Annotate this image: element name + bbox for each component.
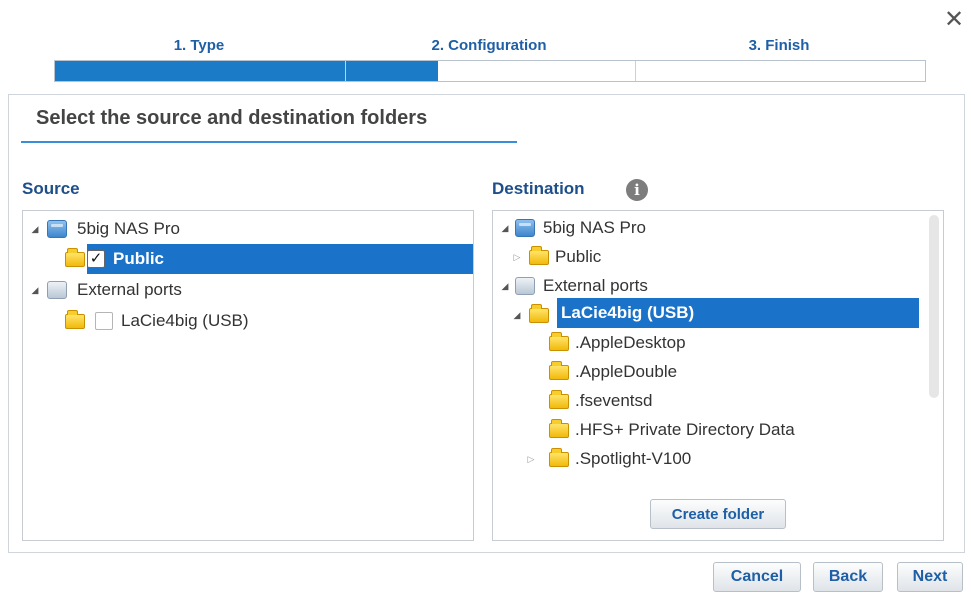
destination-tree-child[interactable]: .AppleDesktop bbox=[549, 328, 686, 358]
destination-tree-external-label: External ports bbox=[543, 276, 648, 295]
source-tree-nas[interactable]: ◢ 5big NAS Pro bbox=[29, 214, 180, 244]
destination-tree-child[interactable]: .AppleDouble bbox=[549, 357, 677, 387]
destination-child-label: .fseventsd bbox=[575, 391, 653, 410]
step-type-label: 1. Type bbox=[173, 37, 225, 54]
close-button[interactable]: ✕ bbox=[941, 6, 967, 32]
folder-icon bbox=[549, 447, 569, 467]
folder-icon bbox=[65, 309, 85, 329]
source-tree-external[interactable]: ◢ External ports bbox=[29, 275, 182, 305]
destination-child-label: .AppleDesktop bbox=[575, 333, 686, 352]
create-folder-button[interactable]: Create folder bbox=[650, 499, 786, 529]
folder-icon bbox=[549, 418, 569, 438]
external-drive-icon bbox=[515, 277, 535, 295]
expanded-arrow-icon[interactable]: ◢ bbox=[499, 271, 511, 301]
destination-tree-nas[interactable]: ◢ 5big NAS Pro bbox=[499, 213, 646, 243]
destination-child-label: .Spotlight-V100 bbox=[575, 449, 692, 468]
destination-label: Destination bbox=[492, 179, 585, 198]
source-tree-nas-label: 5big NAS Pro bbox=[77, 219, 180, 238]
progress-divider bbox=[635, 61, 636, 81]
destination-tree-external[interactable]: ◢ External ports bbox=[499, 271, 648, 301]
destination-tree-child[interactable]: .fseventsd bbox=[549, 386, 653, 416]
lacie-checkbox[interactable] bbox=[95, 312, 113, 330]
destination-tree-child[interactable]: ▷ .Spotlight-V100 bbox=[525, 444, 691, 474]
nas-drive-icon bbox=[47, 220, 67, 238]
source-label: Source bbox=[22, 179, 80, 198]
folder-icon bbox=[549, 389, 569, 409]
destination-scrollbar[interactable] bbox=[929, 215, 939, 398]
wizard-progress-fill bbox=[55, 61, 438, 81]
destination-child-label: .AppleDouble bbox=[575, 362, 678, 381]
panel-title-underline bbox=[21, 141, 517, 143]
destination-tree-lacie-toggle-row: ◢ bbox=[511, 300, 553, 330]
destination-tree-nas-label: 5big NAS Pro bbox=[543, 218, 646, 237]
step-finish-label: 3. Finish bbox=[748, 37, 810, 54]
cancel-button[interactable]: Cancel bbox=[713, 562, 801, 592]
source-tree: ◢ 5big NAS Pro ✓ Public ◢ External ports… bbox=[22, 210, 474, 541]
expanded-arrow-icon[interactable]: ◢ bbox=[29, 214, 41, 244]
folder-selection-panel: Select the source and destination folder… bbox=[8, 94, 965, 553]
source-tree-lacie[interactable]: LaCie4big (USB) bbox=[65, 306, 249, 336]
panel-title: Select the source and destination folder… bbox=[36, 107, 428, 129]
info-icon[interactable]: i bbox=[626, 179, 648, 201]
expanded-arrow-icon[interactable]: ◢ bbox=[29, 275, 41, 305]
destination-tree-lacie-label: LaCie4big (USB) bbox=[561, 303, 695, 322]
destination-tree-lacie[interactable]: LaCie4big (USB) bbox=[557, 298, 919, 328]
source-tree-public[interactable]: ✓ Public bbox=[87, 244, 473, 274]
collapsed-arrow-icon[interactable]: ▷ bbox=[525, 444, 537, 474]
folder-icon bbox=[65, 248, 85, 267]
expanded-arrow-icon[interactable]: ◢ bbox=[511, 300, 523, 330]
source-tree-external-label: External ports bbox=[77, 280, 182, 299]
folder-icon bbox=[549, 360, 569, 380]
nas-drive-icon bbox=[515, 219, 535, 237]
folder-icon bbox=[529, 303, 549, 323]
back-button[interactable]: Back bbox=[813, 562, 883, 592]
public-checkbox[interactable]: ✓ bbox=[87, 250, 105, 268]
expanded-arrow-icon[interactable]: ◢ bbox=[499, 213, 511, 243]
destination-tree: ◢ 5big NAS Pro ▷ Public ◢ External ports… bbox=[492, 210, 944, 541]
step-configuration-label: 2. Configuration bbox=[431, 37, 547, 54]
destination-tree-public-label: Public bbox=[555, 247, 602, 266]
source-tree-lacie-label: LaCie4big (USB) bbox=[121, 311, 249, 330]
destination-tree-public[interactable]: ▷ Public bbox=[511, 242, 601, 272]
destination-child-label: .HFS+ Private Directory Data bbox=[575, 420, 795, 439]
next-button[interactable]: Next bbox=[897, 562, 963, 592]
progress-divider bbox=[345, 61, 346, 81]
folder-icon bbox=[549, 331, 569, 351]
collapsed-arrow-icon[interactable]: ▷ bbox=[511, 242, 523, 272]
folder-icon bbox=[529, 245, 549, 265]
wizard-steps: 1. Type 2. Configuration 3. Finish bbox=[54, 36, 926, 84]
source-tree-public-label: Public bbox=[113, 249, 165, 268]
destination-tree-child[interactable]: .HFS+ Private Directory Data bbox=[549, 415, 795, 445]
wizard-progress-bar bbox=[54, 60, 926, 82]
external-drive-icon bbox=[47, 281, 67, 299]
